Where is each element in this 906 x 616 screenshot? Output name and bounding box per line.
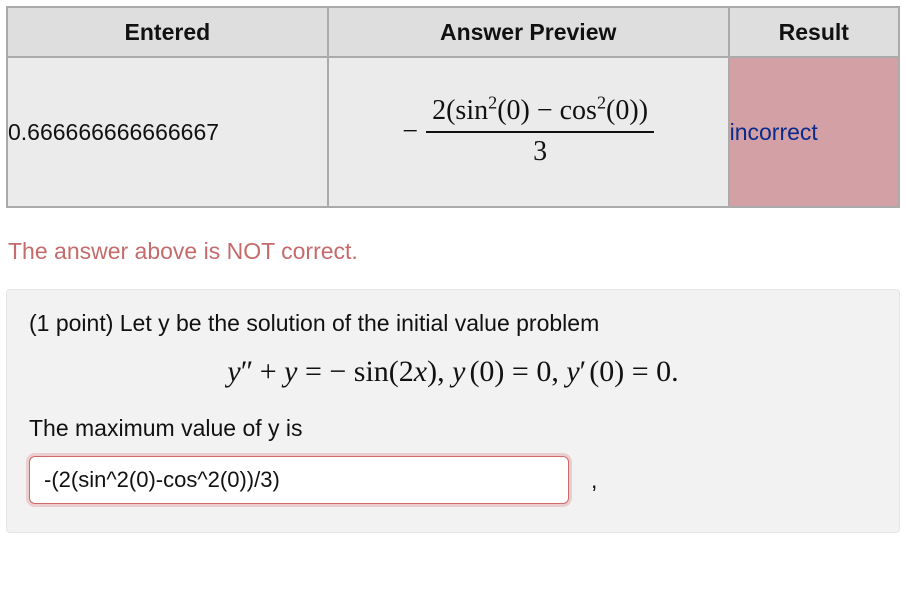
header-preview: Answer Preview	[328, 7, 729, 57]
question-equation: y″ + y = − sin(2x), y(0) = 0, y′(0) = 0.	[29, 355, 877, 389]
minus-sign: −	[402, 116, 418, 148]
question-prompt: The maximum value of y is	[29, 415, 877, 442]
result-table: Entered Answer Preview Result 0.66666666…	[6, 6, 900, 208]
fraction-denominator: 3	[527, 133, 553, 170]
cell-preview: − 2(sin2(0) − cos2(0)) 3	[328, 57, 729, 207]
trailing-comma: ,	[591, 467, 597, 494]
header-result: Result	[729, 7, 899, 57]
question-box: (1 point) Let y be the solution of the i…	[6, 289, 900, 533]
cell-result: incorrect	[729, 57, 899, 207]
answer-input[interactable]	[29, 456, 569, 504]
header-entered: Entered	[7, 7, 328, 57]
question-intro: (1 point) Let y be the solution of the i…	[29, 310, 877, 337]
cell-entered: 0.666666666666667	[7, 57, 328, 207]
table-row: 0.666666666666667 − 2(sin2(0) − cos2(0))…	[7, 57, 899, 207]
feedback-message: The answer above is NOT correct.	[8, 238, 900, 265]
fraction: 2(sin2(0) − cos2(0)) 3	[426, 94, 654, 170]
fraction-numerator: 2(sin2(0) − cos2(0))	[426, 94, 654, 131]
